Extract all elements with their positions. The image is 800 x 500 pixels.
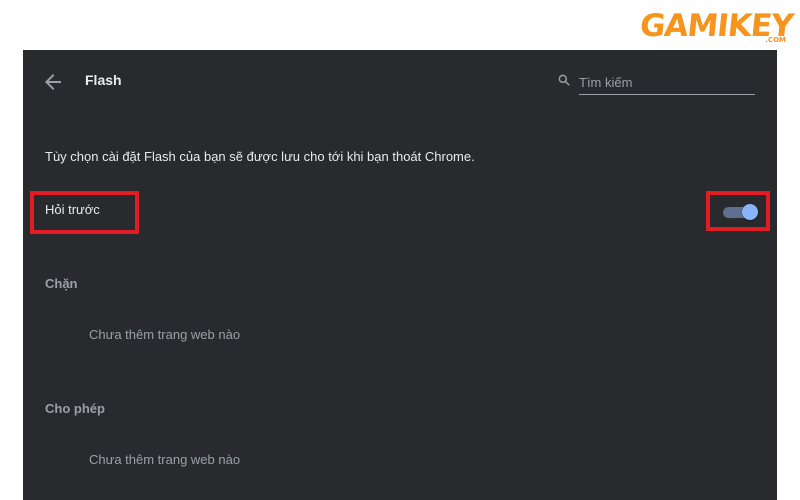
toggle-highlight-box: [706, 191, 770, 231]
allowed-section-label: Cho phép: [45, 401, 105, 416]
search-input[interactable]: [579, 70, 755, 95]
search-box[interactable]: [557, 70, 757, 96]
allowed-empty-text: Chưa thêm trang web nào: [89, 452, 241, 467]
flash-settings-panel: Flash Tùy chọn cài đặt Flash của bạn sẽ …: [23, 50, 777, 500]
back-button[interactable]: [41, 70, 65, 94]
search-icon: [558, 74, 570, 86]
blocked-empty-text: Chưa thêm trang web nào: [89, 327, 241, 342]
gamikey-logo: GAMIKEY .COM: [638, 6, 794, 46]
blocked-section-label: Chặn: [45, 276, 78, 291]
settings-header: Flash: [23, 50, 777, 114]
ask-first-row[interactable]: Hỏi trước: [23, 190, 777, 234]
logo-tld-text: .COM: [765, 36, 786, 44]
label-highlight-box: [30, 191, 139, 234]
flash-info-text: Tùy chọn cài đặt Flash của bạn sẽ được l…: [45, 149, 475, 164]
page-title: Flash: [85, 72, 122, 88]
arrow-left-icon: [45, 74, 61, 90]
